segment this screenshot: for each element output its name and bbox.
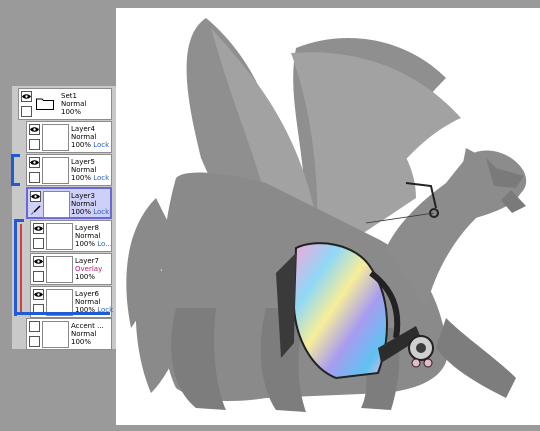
layer-name: Layer8 [75, 224, 99, 232]
layer-info: Layer8 Normal 100% Lo... [75, 224, 112, 248]
layer-name: Accent ... [71, 322, 104, 330]
eye-icon[interactable] [29, 124, 40, 135]
layer-set-1[interactable]: Set1 Normal 100% [18, 88, 112, 120]
eye-icon[interactable] [33, 223, 44, 234]
layer-info: Layer3 Normal 100% Lock [71, 192, 109, 216]
layer-thumbnail [46, 256, 73, 283]
brush-icon [30, 205, 41, 216]
lock-label: Lo... [97, 240, 112, 248]
layer-name: Layer3 [71, 192, 95, 200]
layer-name: Layer7 [75, 257, 99, 265]
folder-icon [36, 97, 54, 110]
layer-row-layer8[interactable]: Layer8 Normal 100% Lo... [30, 220, 112, 252]
opacity-value: 100% [75, 240, 96, 248]
layer-info: Layer7 Overlay 100% [75, 257, 102, 281]
layer-info: Layer4 Normal 100% Lock [71, 125, 109, 149]
layer-info: Layer6 Normal 100% Lock [75, 290, 113, 314]
blend-mode: Normal [75, 232, 101, 240]
lock-label: Lock [93, 208, 110, 216]
blend-mode: Normal [71, 200, 97, 208]
blend-mode: Normal [61, 100, 87, 108]
clip-bracket-underline [14, 312, 110, 315]
eye-icon[interactable] [33, 289, 44, 300]
layer-row-layer7[interactable]: Layer7 Overlay 100% [30, 253, 112, 285]
layer-thumbnail [42, 124, 69, 151]
layer-info: Layer5 Normal 100% Lock [71, 158, 109, 182]
blend-mode: Normal [71, 133, 97, 141]
layer-checkbox[interactable] [29, 139, 40, 150]
clip-bracket-layer5 [11, 154, 20, 186]
drawing-canvas[interactable] [116, 8, 540, 425]
layer-thumbnail [46, 223, 73, 250]
lock-label: Lock [93, 141, 110, 149]
blend-mode: Normal [71, 330, 97, 338]
layer-thumbnail [42, 157, 69, 184]
layer-name: Set1 [61, 92, 77, 100]
clip-bracket-group-red [20, 224, 22, 312]
dragon-artwork [126, 18, 527, 412]
layer-name: Layer5 [71, 158, 95, 166]
opacity-value: 100% [71, 174, 92, 182]
opacity-value: 100% [71, 208, 92, 216]
layer-row-layer3[interactable]: Layer3 Normal 100% Lock [26, 187, 112, 219]
layer-name: Layer4 [71, 125, 95, 133]
layer-name: Layer6 [75, 290, 99, 298]
opacity-value: 100% [71, 338, 92, 346]
opacity-value: 100% [75, 273, 96, 281]
eye-icon[interactable] [30, 191, 41, 202]
layer-thumbnail [42, 321, 69, 348]
eye-icon[interactable] [33, 256, 44, 267]
blend-mode: Overlay [75, 265, 103, 273]
layer-row-accent[interactable]: Accent ... Normal 100% [26, 318, 112, 350]
lock-label: Lock [93, 174, 110, 182]
clip-bracket-group-blue [14, 219, 24, 316]
blend-mode: Normal [75, 298, 101, 306]
layer-set-info: Set1 Normal 100% [61, 92, 86, 116]
blend-mode: Normal [71, 166, 97, 174]
layer-row-layer5[interactable]: Layer5 Normal 100% Lock [26, 154, 112, 186]
layer-checkbox[interactable] [29, 172, 40, 183]
layer-checkbox[interactable] [29, 336, 40, 347]
layer-thumbnail [43, 191, 70, 218]
eye-icon[interactable] [21, 91, 32, 102]
layer-row-layer4[interactable]: Layer4 Normal 100% Lock [26, 121, 112, 153]
eye-icon[interactable] [29, 157, 40, 168]
visibility-box[interactable] [29, 321, 40, 332]
layer-checkbox[interactable] [33, 271, 44, 282]
layer-info: Accent ... Normal 100% [71, 322, 104, 346]
opacity-value: 100% [71, 141, 92, 149]
layer-checkbox[interactable] [21, 106, 32, 117]
opacity-value: 100% [61, 108, 82, 116]
layer-checkbox[interactable] [33, 238, 44, 249]
